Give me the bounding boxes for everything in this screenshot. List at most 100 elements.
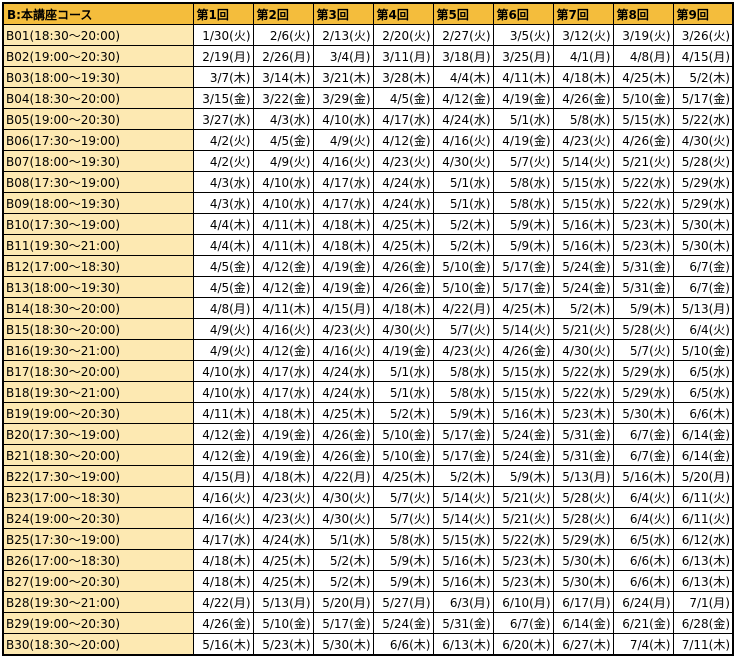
- date-cell: 4/23(火): [372, 150, 434, 172]
- date-cell: 4/2(火): [192, 150, 254, 172]
- date-cell: 6/13(木): [432, 633, 494, 656]
- date-cell: 5/15(水): [552, 171, 614, 193]
- course-cell: B24(19:00～20:30): [2, 507, 194, 529]
- date-cell: 5/31(金): [612, 255, 674, 277]
- date-cell: 5/21(火): [492, 507, 554, 529]
- date-cell: 5/1(水): [372, 360, 434, 382]
- date-cell: 5/10(金): [432, 255, 494, 277]
- date-cell: 5/14(火): [552, 150, 614, 172]
- date-cell: 6/4(火): [612, 507, 674, 529]
- date-cell: 5/2(木): [552, 297, 614, 319]
- header-session-3: 第3回: [312, 2, 374, 25]
- date-cell: 5/31(金): [432, 612, 494, 634]
- header-session-6: 第6回: [492, 2, 554, 25]
- date-cell: 3/25(月): [492, 45, 554, 67]
- table-row: B15(18:30～20:00) 4/9(火) 4/16(火) 4/23(火) 4/30…: [2, 318, 734, 340]
- table-row: B09(18:00～19:30) 4/3(水) 4/10(水) 4/17(水) 4/24…: [2, 192, 734, 214]
- date-cell: 4/18(木): [312, 213, 374, 235]
- date-cell: 5/30(木): [672, 213, 734, 235]
- table-row: B25(17:30～19:00) 4/17(水) 4/24(水) 5/1(水) 5/8(…: [2, 528, 734, 550]
- date-cell: 4/9(火): [312, 129, 374, 151]
- date-cell: 2/26(月): [252, 45, 314, 67]
- date-cell: 4/18(木): [252, 465, 314, 487]
- date-cell: 5/24(金): [372, 612, 434, 634]
- date-cell: 7/1(月): [672, 591, 734, 613]
- date-cell: 5/14(火): [432, 507, 494, 529]
- course-cell: B10(17:30～19:00): [2, 213, 194, 235]
- date-cell: 5/7(火): [492, 150, 554, 172]
- date-cell: 4/15(月): [672, 45, 734, 67]
- course-cell: B07(18:00～19:30): [2, 150, 194, 172]
- date-cell: 4/11(木): [252, 234, 314, 256]
- date-cell: 6/12(水): [672, 528, 734, 550]
- header-session-9: 第9回: [672, 2, 734, 25]
- course-cell: B02(19:00～20:30): [2, 45, 194, 67]
- course-cell: B20(17:30～19:00): [2, 423, 194, 445]
- date-cell: 4/26(金): [612, 129, 674, 151]
- date-cell: 4/26(金): [312, 444, 374, 466]
- date-cell: 4/17(水): [252, 360, 314, 382]
- date-cell: 4/17(水): [192, 528, 254, 550]
- date-cell: 5/24(金): [492, 444, 554, 466]
- date-cell: 5/10(金): [252, 612, 314, 634]
- date-cell: 6/7(金): [672, 276, 734, 298]
- date-cell: 4/23(火): [252, 507, 314, 529]
- date-cell: 6/13(木): [672, 570, 734, 592]
- date-cell: 4/25(木): [252, 570, 314, 592]
- date-cell: 5/2(木): [672, 66, 734, 88]
- date-cell: 5/2(木): [432, 234, 494, 256]
- date-cell: 5/23(木): [612, 213, 674, 235]
- date-cell: 5/15(水): [612, 108, 674, 130]
- date-cell: 4/19(金): [312, 255, 374, 277]
- course-cell: B04(18:30～20:00): [2, 87, 194, 109]
- date-cell: 6/5(水): [612, 528, 674, 550]
- date-cell: 4/8(月): [612, 45, 674, 67]
- date-cell: 5/30(木): [552, 549, 614, 571]
- date-cell: 5/30(木): [612, 402, 674, 424]
- date-cell: 5/7(火): [612, 339, 674, 361]
- date-cell: 4/24(水): [252, 528, 314, 550]
- table-row: B06(17:30～19:00) 4/2(火) 4/5(金) 4/9(火) 4/12(金…: [2, 129, 734, 151]
- table-row: B01(18:30～20:00) 1/30(火) 2/6(火) 2/13(火) 2/20…: [2, 24, 734, 46]
- date-cell: 4/30(火): [552, 339, 614, 361]
- date-cell: 5/2(木): [312, 549, 374, 571]
- date-cell: 3/22(金): [252, 87, 314, 109]
- date-cell: 5/21(火): [612, 150, 674, 172]
- table-row: B29(19:00～20:30) 4/26(金) 5/10(金) 5/17(金) 5/2…: [2, 612, 734, 634]
- date-cell: 5/28(火): [612, 318, 674, 340]
- date-cell: 4/25(木): [492, 297, 554, 319]
- date-cell: 4/17(水): [372, 108, 434, 130]
- date-cell: 6/13(木): [672, 549, 734, 571]
- date-cell: 6/3(月): [432, 591, 494, 613]
- date-cell: 6/27(木): [552, 633, 614, 656]
- table-row: B10(17:30～19:00) 4/4(木) 4/11(木) 4/18(木) 4/25…: [2, 213, 734, 235]
- date-cell: 4/4(木): [432, 66, 494, 88]
- date-cell: 5/17(金): [492, 255, 554, 277]
- table-row: B07(18:00～19:30) 4/2(火) 4/9(火) 4/16(火) 4/23(…: [2, 150, 734, 172]
- date-cell: 4/30(火): [432, 150, 494, 172]
- date-cell: 4/22(月): [432, 297, 494, 319]
- date-cell: 5/23(木): [252, 633, 314, 656]
- date-cell: 4/19(金): [252, 444, 314, 466]
- date-cell: 4/12(金): [192, 423, 254, 445]
- date-cell: 4/4(木): [192, 213, 254, 235]
- date-cell: 3/26(火): [672, 24, 734, 46]
- date-cell: 5/20(月): [312, 591, 374, 613]
- date-cell: 4/24(水): [312, 381, 374, 403]
- date-cell: 4/30(火): [312, 507, 374, 529]
- course-cell: B15(18:30～20:00): [2, 318, 194, 340]
- date-cell: 5/17(金): [492, 276, 554, 298]
- date-cell: 4/26(金): [552, 87, 614, 109]
- date-cell: 2/19(月): [192, 45, 254, 67]
- date-cell: 6/14(金): [672, 423, 734, 445]
- date-cell: 6/14(金): [552, 612, 614, 634]
- course-cell: B13(18:00～19:30): [2, 276, 194, 298]
- date-cell: 5/14(火): [492, 318, 554, 340]
- date-cell: 7/11(木): [672, 633, 734, 656]
- date-cell: 3/29(金): [312, 87, 374, 109]
- date-cell: 4/26(金): [312, 423, 374, 445]
- date-cell: 6/6(木): [612, 570, 674, 592]
- date-cell: 5/31(金): [612, 276, 674, 298]
- course-cell: B25(17:30～19:00): [2, 528, 194, 550]
- date-cell: 5/9(木): [372, 570, 434, 592]
